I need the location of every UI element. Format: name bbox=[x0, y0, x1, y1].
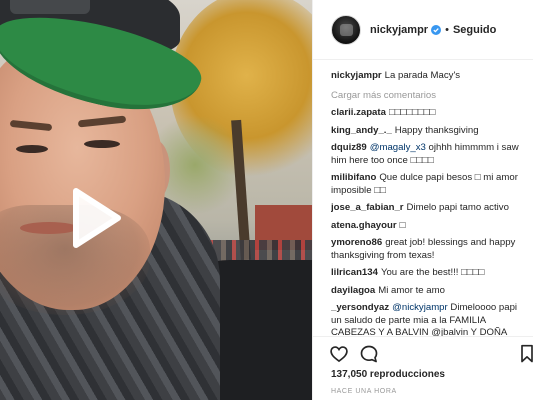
comment-text: Dimelo papi tamo activo bbox=[406, 202, 509, 213]
comment-username[interactable]: jose_a_fabian_r bbox=[331, 202, 404, 213]
comment-icon[interactable] bbox=[359, 344, 379, 364]
load-more-comments-link[interactable]: Cargar más comentarios bbox=[331, 90, 529, 103]
comment: ymoreno86 great job! blessings and happy … bbox=[331, 237, 529, 262]
comment-username[interactable]: king_andy_._ bbox=[331, 125, 392, 136]
comment-mention[interactable]: @nickyjampr bbox=[392, 302, 448, 313]
comment-text: You are the best!!! □□□□ bbox=[380, 267, 485, 278]
comment-username[interactable]: clarii.zapata bbox=[331, 107, 386, 118]
eye-right bbox=[84, 140, 120, 148]
comment-text: Happy thanksgiving bbox=[394, 124, 479, 136]
header-username[interactable]: nickyjampr bbox=[370, 24, 428, 36]
comment-username[interactable]: dayilagoa bbox=[331, 285, 375, 296]
header-separator: • bbox=[445, 23, 449, 36]
comment-text: □□□□□□□□ bbox=[388, 107, 436, 118]
caption-username[interactable]: nickyjampr bbox=[331, 70, 382, 81]
comment: jose_a_fabian_r Dimelo papi tamo activo bbox=[331, 202, 529, 215]
comment-text: Mi amor te amo bbox=[378, 284, 445, 296]
caption-text: La parada Macy's bbox=[384, 70, 461, 81]
comment: king_andy_._ Happy thanksgiving bbox=[331, 125, 529, 138]
caption: nickyjampr La parada Macy's bbox=[331, 70, 529, 83]
cap-logo bbox=[10, 0, 90, 14]
post-actions: 137,050 reproducciones HACE UNA HORA bbox=[313, 336, 533, 400]
comment: atena.ghayour □ bbox=[331, 220, 529, 233]
play-icon[interactable] bbox=[58, 183, 128, 253]
comment-text: □ bbox=[399, 219, 406, 231]
post-video[interactable] bbox=[0, 0, 312, 400]
heart-icon[interactable] bbox=[329, 344, 349, 364]
comment: _yersondyaz @nickyjampr Dimeloooo papi un… bbox=[331, 302, 529, 336]
comment: dquiz89 @magaly_x3 ojhhh himmmm i saw him… bbox=[331, 142, 529, 167]
eye-left bbox=[16, 145, 48, 153]
comment-username[interactable]: dquiz89 bbox=[331, 142, 367, 153]
comment-username[interactable]: atena.ghayour bbox=[331, 220, 397, 231]
view-count[interactable]: 137,050 reproducciones bbox=[331, 369, 445, 380]
comment-username[interactable]: lilrican134 bbox=[331, 267, 378, 278]
post-timestamp[interactable]: HACE UNA HORA bbox=[331, 388, 397, 395]
verified-badge-icon bbox=[431, 24, 442, 35]
comment-username[interactable]: ymoreno86 bbox=[331, 237, 382, 248]
post-header: nickyjampr • Seguido bbox=[313, 0, 533, 60]
comment: clarii.zapata □□□□□□□□ bbox=[331, 107, 529, 120]
follow-status-button[interactable]: Seguido bbox=[453, 24, 496, 36]
comment-username[interactable]: milibifano bbox=[331, 172, 376, 183]
comment-username[interactable]: _yersondyaz bbox=[331, 302, 389, 313]
post-panel: nickyjampr • Seguido nickyjampr La parada… bbox=[312, 0, 533, 400]
bookmark-icon[interactable] bbox=[519, 344, 533, 364]
comment: dayilagoa Mi amor te amo bbox=[331, 285, 529, 298]
comment: milibifano Que dulce papi besos □ mi amor… bbox=[331, 172, 529, 197]
comment-mention[interactable]: @magaly_x3 bbox=[370, 142, 426, 153]
comments-list[interactable]: nickyjampr La parada Macy's Cargar más co… bbox=[331, 62, 529, 336]
comment: lilrican134 You are the best!!! □□□□ bbox=[331, 267, 529, 280]
avatar[interactable] bbox=[331, 14, 361, 45]
